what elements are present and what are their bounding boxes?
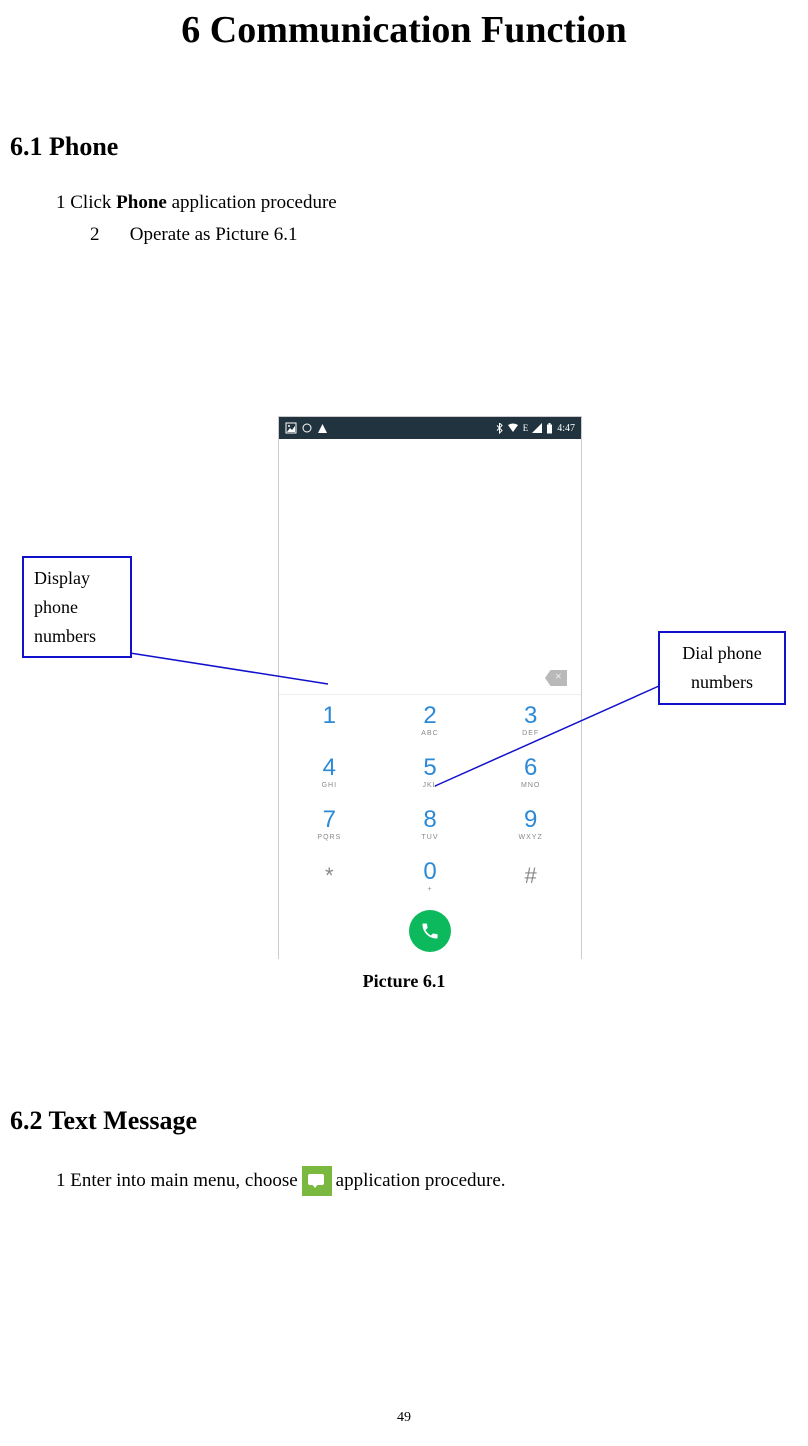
phone-status-icon [302,423,312,433]
dial-key-7[interactable]: 7 PQRS [279,799,380,851]
step-text: 1 Enter into main menu, choose [56,1170,298,1192]
status-left [285,422,328,434]
dial-letters: TUV [421,834,438,841]
backspace-icon[interactable] [545,670,567,686]
step-text: application procedure [167,192,337,213]
signal-icon [532,423,542,433]
step-bold: Phone [116,192,167,213]
dial-letters: PQRS [317,834,341,841]
dial-digit: 3 [524,704,537,728]
dial-key-4[interactable]: 4 GHI [279,747,380,799]
picture-icon [285,422,297,434]
dial-letters: DEF [522,730,539,737]
phone-screenshot: E 4:47 1 2 ABC 3 DEF 4 GHI 5 JKL 6 MNO 7 PQRS … [278,416,582,959]
dial-key-5[interactable]: 5 JKL [380,747,481,799]
dial-key-6[interactable]: 6 MNO [480,747,581,799]
dial-key-hash[interactable]: # [480,850,581,902]
step-61-2: 2 Operate as Picture 6.1 [90,224,808,246]
step-text: application procedure. [336,1170,506,1192]
call-button[interactable] [409,910,451,952]
dial-key-2[interactable]: 2 ABC [380,695,481,747]
step-text: 1 Click [56,192,116,213]
step-62-1: 1 Enter into main menu, choose applicati… [56,1166,808,1196]
step-number: 2 [90,224,125,246]
page-title: 6 Communication Function [0,8,808,52]
dial-key-8[interactable]: 8 TUV [380,799,481,851]
dialpad: 1 2 ABC 3 DEF 4 GHI 5 JKL 6 MNO 7 PQRS 8 TUV 9 W… [279,694,581,959]
section-heading-62: 6.2 Text Message [10,1106,808,1136]
wifi-icon [507,423,519,433]
section-heading-61: 6.1 Phone [10,132,808,162]
dial-letters: ABC [421,730,438,737]
dial-digit: 2 [423,704,436,728]
figure-caption: Picture 6.1 [0,971,808,992]
network-label: E [523,423,529,433]
messaging-app-icon [302,1166,332,1196]
dial-letters: MNO [521,782,540,789]
step-61-1: 1 Click Phone application procedure [56,192,808,214]
callout-dial-numbers: Dial phone numbers [658,631,786,705]
phone-display-area [279,439,581,694]
dial-digit: 1 [323,704,336,728]
dial-digit: 8 [423,808,436,832]
figure-area: E 4:47 1 2 ABC 3 DEF 4 GHI 5 JKL 6 MNO 7 PQRS … [0,416,808,1006]
dial-digit: 0 [423,860,436,884]
dial-key-star[interactable]: * [279,850,380,902]
warning-icon [317,423,328,434]
dial-digit: 5 [423,756,436,780]
dial-digit: 4 [323,756,336,780]
status-right: E 4:47 [496,423,575,434]
dial-digit: 7 [323,808,336,832]
step-text: Operate as Picture 6.1 [130,224,298,245]
dial-letters: WXYZ [519,834,543,841]
dial-key-1[interactable]: 1 [279,695,380,747]
dial-letters [328,730,331,737]
dial-key-0[interactable]: 0+ [380,850,481,902]
dial-letters: + [427,886,432,893]
dial-key-9[interactable]: 9 WXYZ [480,799,581,851]
callout-display-numbers: Display phone numbers [22,556,132,658]
page-number: 49 [0,1410,808,1426]
phone-icon [420,921,440,941]
status-time: 4:47 [557,423,575,434]
dial-letters: JKL [422,782,437,789]
bluetooth-icon [496,423,503,434]
dial-symbol: * [325,863,334,889]
dial-key-3[interactable]: 3 DEF [480,695,581,747]
dial-digit: 6 [524,756,537,780]
dial-symbol: # [525,863,537,889]
dial-letters: GHI [322,782,337,789]
dial-digit: 9 [524,808,537,832]
battery-icon [546,423,553,434]
status-bar: E 4:47 [279,417,581,439]
